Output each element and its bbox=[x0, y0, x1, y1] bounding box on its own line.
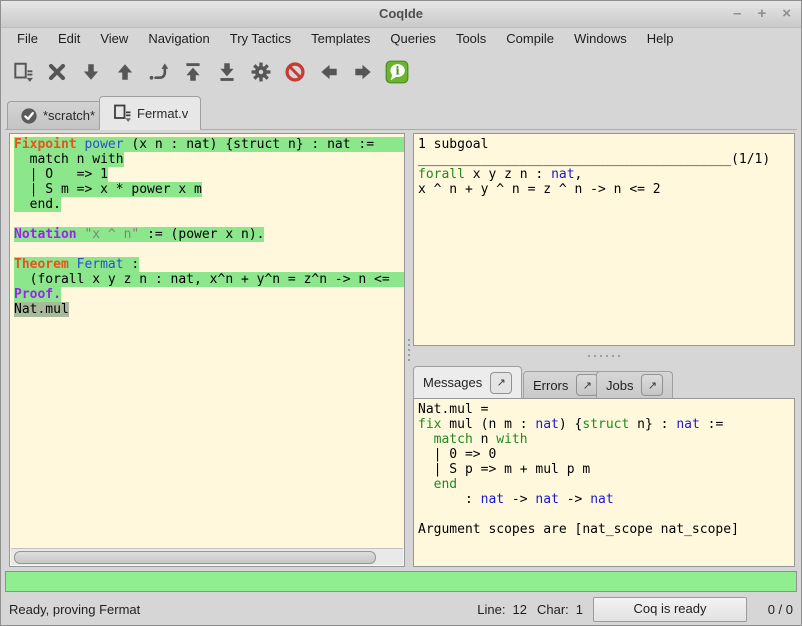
file-save-icon bbox=[112, 103, 132, 123]
gear-icon bbox=[250, 61, 272, 83]
vertical-splitter[interactable] bbox=[405, 133, 413, 567]
close-button[interactable]: × bbox=[782, 1, 791, 26]
coqide-window: CoqIde – + × File Edit View Navigation T… bbox=[0, 0, 802, 626]
menu-item-edit[interactable]: Edit bbox=[48, 27, 90, 50]
arrow-to-top-icon bbox=[182, 61, 204, 83]
horizontal-splitter[interactable] bbox=[413, 346, 795, 365]
close-doc-button[interactable] bbox=[43, 59, 70, 86]
go-to-cursor-button[interactable] bbox=[145, 59, 172, 86]
detach-messages-button[interactable]: ↗ bbox=[490, 372, 512, 394]
line-value: 12 bbox=[513, 602, 527, 617]
tab-label: Messages bbox=[423, 375, 482, 390]
menu-bar: File Edit View Navigation Try Tactics Te… bbox=[1, 27, 801, 50]
window-controls: – + × bbox=[733, 1, 791, 26]
coq-state-indicator: Coq is ready bbox=[593, 597, 747, 622]
tab-label: Errors bbox=[533, 378, 568, 393]
detach-arrow-icon: ↗ bbox=[583, 379, 592, 392]
worker-counters: 0 / 0 bbox=[759, 602, 793, 617]
tab-messages[interactable]: Messages ↗ bbox=[413, 366, 522, 399]
tab-label: Jobs bbox=[606, 378, 633, 393]
menu-item-tools[interactable]: Tools bbox=[446, 27, 496, 50]
window-title: CoqIde bbox=[1, 1, 801, 26]
maximize-button[interactable]: + bbox=[757, 1, 766, 26]
menu-item-try-tactics[interactable]: Try Tactics bbox=[220, 27, 301, 50]
save-icon bbox=[12, 61, 34, 83]
tab-label: *scratch* bbox=[43, 108, 95, 123]
messages-panel[interactable]: Nat.mul =fix mul (n m : nat) {struct n} … bbox=[413, 398, 795, 567]
goals-panel[interactable]: 1 subgoal_______________________________… bbox=[413, 133, 795, 346]
line-label: Line: bbox=[477, 602, 505, 617]
status-bar: Ready, proving Fermat Line: 12 Char: 1 C… bbox=[1, 594, 801, 625]
status-message: Ready, proving Fermat bbox=[9, 602, 477, 617]
forward-button[interactable] bbox=[349, 59, 376, 86]
detach-arrow-icon: ↗ bbox=[648, 379, 657, 392]
step-forward-button[interactable] bbox=[77, 59, 104, 86]
minimize-button[interactable]: – bbox=[733, 1, 741, 26]
menu-item-help[interactable]: Help bbox=[637, 27, 684, 50]
progress-gauge-fill bbox=[6, 572, 796, 591]
arrow-to-bottom-icon bbox=[216, 61, 238, 83]
arrow-down-icon bbox=[80, 61, 102, 83]
no-entry-icon bbox=[284, 61, 306, 83]
goals-text: 1 subgoal_______________________________… bbox=[414, 134, 794, 197]
menu-item-compile[interactable]: Compile bbox=[496, 27, 564, 50]
menu-item-templates[interactable]: Templates bbox=[301, 27, 380, 50]
menu-item-queries[interactable]: Queries bbox=[380, 27, 446, 50]
step-backward-button[interactable] bbox=[111, 59, 138, 86]
tab-fermat[interactable]: Fermat.v bbox=[99, 96, 201, 130]
document-tab-bar: *scratch* Fermat.v bbox=[5, 93, 797, 130]
detach-jobs-button[interactable]: ↗ bbox=[641, 374, 663, 396]
svg-text:i: i bbox=[395, 64, 400, 78]
go-to-start-button[interactable] bbox=[179, 59, 206, 86]
menu-item-file[interactable]: File bbox=[7, 27, 48, 50]
progress-gauge bbox=[5, 571, 797, 592]
arrow-up-icon bbox=[114, 61, 136, 83]
tab-scratch[interactable]: *scratch* bbox=[7, 101, 108, 130]
messages-text: Nat.mul =fix mul (n m : nat) {struct n} … bbox=[414, 399, 794, 537]
tab-jobs[interactable]: Jobs ↗ bbox=[596, 371, 673, 399]
char-label: Char: bbox=[537, 602, 569, 617]
char-value: 1 bbox=[576, 602, 583, 617]
save-button[interactable] bbox=[9, 59, 36, 86]
interrupt-button[interactable] bbox=[281, 59, 308, 86]
menu-item-navigation[interactable]: Navigation bbox=[138, 27, 219, 50]
script-editor[interactable]: Fixpoint power (x n : nat) {struct n} : … bbox=[9, 133, 405, 567]
go-to-cursor-icon bbox=[148, 61, 170, 83]
back-button[interactable] bbox=[315, 59, 342, 86]
menu-item-view[interactable]: View bbox=[90, 27, 138, 50]
toolbar: i bbox=[1, 53, 801, 91]
go-to-end-button[interactable] bbox=[213, 59, 240, 86]
title-bar[interactable]: CoqIde – + × bbox=[1, 1, 801, 28]
about-coq-button[interactable]: i bbox=[383, 59, 410, 86]
make-button[interactable] bbox=[247, 59, 274, 86]
message-tab-bar: Messages ↗ Errors ↗ Jobs ↗ bbox=[413, 365, 795, 398]
script-buffer[interactable]: Fixpoint power (x n : nat) {struct n} : … bbox=[10, 134, 404, 317]
arrow-right-icon bbox=[352, 61, 374, 83]
close-x-icon bbox=[46, 61, 68, 83]
detach-arrow-icon: ↗ bbox=[497, 376, 506, 389]
info-bubble-icon: i bbox=[385, 60, 409, 84]
horizontal-scrollbar[interactable] bbox=[11, 548, 403, 565]
scrollbar-thumb[interactable] bbox=[14, 551, 376, 564]
check-circle-icon bbox=[20, 107, 38, 125]
menu-item-windows[interactable]: Windows bbox=[564, 27, 637, 50]
tab-label: Fermat.v bbox=[137, 106, 188, 121]
arrow-left-icon bbox=[318, 61, 340, 83]
